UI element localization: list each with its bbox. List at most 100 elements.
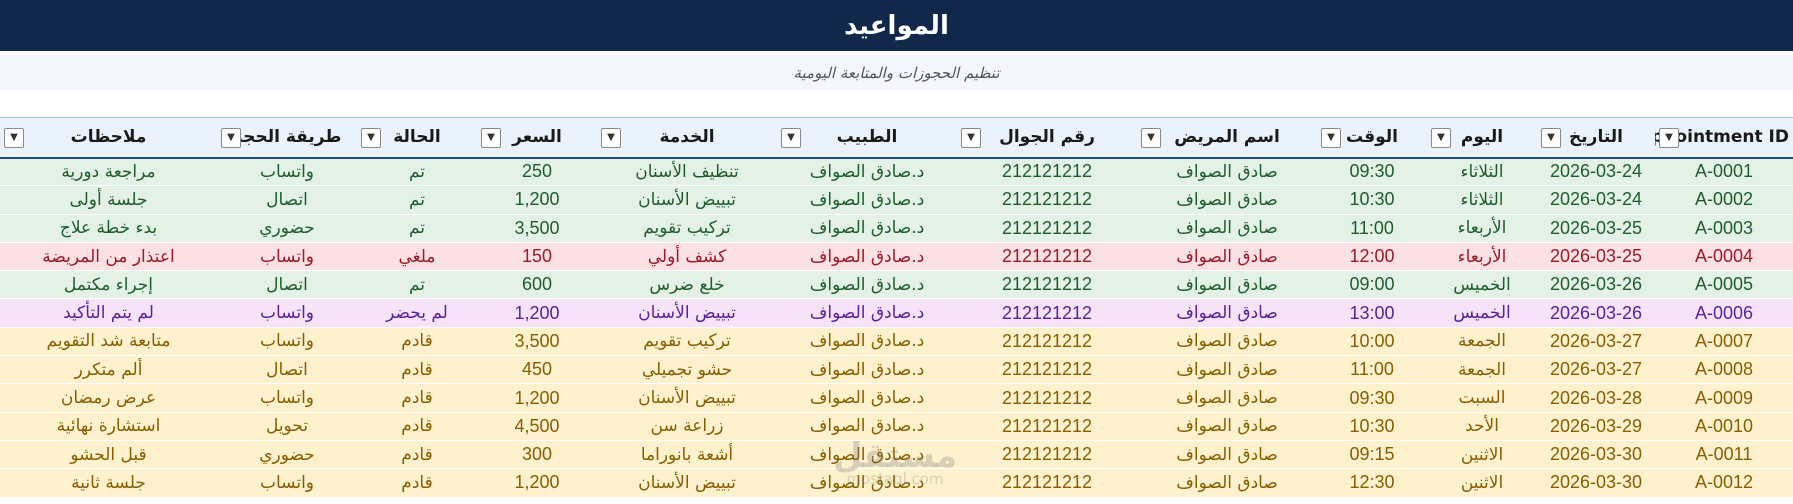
cell-service[interactable]: تبييض الأسنان (597, 298, 777, 328)
cell-patient[interactable]: صادق الصواف (1137, 440, 1317, 470)
table-row[interactable]: A-0011 2026-03-30 الاثنين 09:15 صادق الصواف 2… (0, 440, 1793, 470)
cell-time[interactable]: 10:30 (1317, 412, 1427, 441)
cell-notes[interactable]: استشارة نهائية (0, 412, 217, 441)
cell-id[interactable]: A-0010 (1655, 412, 1793, 441)
cell-id[interactable]: A-0002 (1655, 185, 1793, 215)
cell-time[interactable]: 10:00 (1317, 327, 1427, 357)
cell-id[interactable]: A-0006 (1655, 298, 1793, 328)
cell-patient[interactable]: صادق الصواف (1137, 185, 1317, 215)
table-row[interactable]: A-0008 2026-03-27 الجمعة 11:00 صادق الصواف 21… (0, 355, 1793, 385)
cell-id[interactable]: A-0007 (1655, 327, 1793, 357)
cell-service[interactable]: زراعة سن (597, 412, 777, 441)
cell-id[interactable]: A-0008 (1655, 355, 1793, 385)
cell-phone[interactable]: 212121212 (957, 298, 1137, 328)
cell-price[interactable]: 600 (477, 270, 597, 300)
cell-service[interactable]: خلع ضرس (597, 270, 777, 300)
cell-day[interactable]: الاثنين (1427, 468, 1537, 498)
table-row[interactable]: A-0001 2026-03-24 الثلاثاء 09:30 صادق الصواف… (0, 157, 1793, 187)
cell-date[interactable]: 2026-03-25 (1537, 214, 1655, 243)
cell-doctor[interactable]: د.صادق الصواف (777, 412, 957, 441)
cell-booking[interactable]: اتصال (217, 270, 357, 300)
cell-day[interactable]: الثلاثاء (1427, 157, 1537, 187)
cell-price[interactable]: 1,200 (477, 383, 597, 413)
cell-notes[interactable]: إجراء مكتمل (0, 270, 217, 300)
cell-doctor[interactable]: د.صادق الصواف (777, 242, 957, 272)
cell-doctor[interactable]: د.صادق الصواف (777, 468, 957, 498)
cell-notes[interactable]: جلسة ثانية (0, 468, 217, 498)
cell-doctor[interactable]: د.صادق الصواف (777, 440, 957, 470)
cell-price[interactable]: 150 (477, 242, 597, 272)
cell-price[interactable]: 3,500 (477, 327, 597, 357)
cell-id[interactable]: A-0003 (1655, 214, 1793, 243)
cell-price[interactable]: 4,500 (477, 412, 597, 441)
cell-time[interactable]: 12:00 (1317, 242, 1427, 272)
filter-dropdown-icon[interactable]: ▼ (1321, 128, 1341, 148)
cell-price[interactable]: 1,200 (477, 468, 597, 498)
table-row[interactable]: A-0003 2026-03-25 الأربعاء 11:00 صادق الصواف… (0, 214, 1793, 243)
cell-phone[interactable]: 212121212 (957, 214, 1137, 243)
filter-dropdown-icon[interactable]: ▼ (1659, 128, 1679, 148)
cell-service[interactable]: أشعة بانوراما (597, 440, 777, 470)
cell-time[interactable]: 09:30 (1317, 157, 1427, 187)
cell-id[interactable]: A-0001 (1655, 157, 1793, 187)
filter-dropdown-icon[interactable]: ▼ (4, 128, 24, 148)
cell-patient[interactable]: صادق الصواف (1137, 214, 1317, 243)
cell-date[interactable]: 2026-03-28 (1537, 383, 1655, 413)
cell-id[interactable]: A-0005 (1655, 270, 1793, 300)
cell-status[interactable]: تم (357, 185, 477, 215)
cell-patient[interactable]: صادق الصواف (1137, 468, 1317, 498)
cell-phone[interactable]: 212121212 (957, 383, 1137, 413)
cell-doctor[interactable]: د.صادق الصواف (777, 157, 957, 187)
cell-status[interactable]: تم (357, 270, 477, 300)
cell-phone[interactable]: 212121212 (957, 468, 1137, 498)
cell-service[interactable]: تركيب تقويم (597, 214, 777, 243)
cell-date[interactable]: 2026-03-30 (1537, 440, 1655, 470)
table-row[interactable]: A-0006 2026-03-26 الخميس 13:00 صادق الصواف 21… (0, 298, 1793, 328)
table-row[interactable]: A-0012 2026-03-30 الاثنين 12:30 صادق الصواف 2… (0, 468, 1793, 498)
cell-day[interactable]: الأربعاء (1427, 242, 1537, 272)
cell-booking[interactable]: واتساب (217, 298, 357, 328)
cell-status[interactable]: قادم (357, 468, 477, 498)
cell-service[interactable]: تبييض الأسنان (597, 383, 777, 413)
cell-price[interactable]: 300 (477, 440, 597, 470)
filter-dropdown-icon[interactable]: ▼ (481, 128, 501, 148)
cell-notes[interactable]: عرض رمضان (0, 383, 217, 413)
cell-doctor[interactable]: د.صادق الصواف (777, 355, 957, 385)
cell-notes[interactable]: لم يتم التأكيد (0, 298, 217, 328)
cell-time[interactable]: 12:30 (1317, 468, 1427, 498)
cell-service[interactable]: كشف أولي (597, 242, 777, 272)
cell-phone[interactable]: 212121212 (957, 327, 1137, 357)
cell-price[interactable]: 1,200 (477, 298, 597, 328)
cell-service[interactable]: تبييض الأسنان (597, 468, 777, 498)
table-row[interactable]: A-0007 2026-03-27 الجمعة 10:00 صادق الصواف 21… (0, 327, 1793, 357)
cell-booking[interactable]: حضوري (217, 440, 357, 470)
cell-time[interactable]: 09:00 (1317, 270, 1427, 300)
table-row[interactable]: A-0004 2026-03-25 الأربعاء 12:00 صادق الصواف… (0, 242, 1793, 272)
cell-doctor[interactable]: د.صادق الصواف (777, 327, 957, 357)
table-row[interactable]: A-0009 2026-03-28 السبت 09:30 صادق الصواف 212… (0, 383, 1793, 413)
cell-booking[interactable]: تحويل (217, 412, 357, 441)
cell-id[interactable]: A-0011 (1655, 440, 1793, 470)
filter-dropdown-icon[interactable]: ▼ (601, 128, 621, 148)
cell-date[interactable]: 2026-03-26 (1537, 270, 1655, 300)
table-row[interactable]: A-0005 2026-03-26 الخميس 09:00 صادق الصواف 21… (0, 270, 1793, 300)
cell-doctor[interactable]: د.صادق الصواف (777, 185, 957, 215)
cell-day[interactable]: الاثنين (1427, 440, 1537, 470)
table-row[interactable]: A-0002 2026-03-24 الثلاثاء 10:30 صادق الصواف… (0, 185, 1793, 215)
cell-patient[interactable]: صادق الصواف (1137, 270, 1317, 300)
filter-dropdown-icon[interactable]: ▼ (1431, 128, 1451, 148)
cell-patient[interactable]: صادق الصواف (1137, 327, 1317, 357)
cell-status[interactable]: تم (357, 214, 477, 243)
cell-notes[interactable]: قبل الحشو (0, 440, 217, 470)
cell-price[interactable]: 1,200 (477, 185, 597, 215)
cell-notes[interactable]: متابعة شد التقويم (0, 327, 217, 357)
cell-status[interactable]: ملغي (357, 242, 477, 272)
cell-date[interactable]: 2026-03-26 (1537, 298, 1655, 328)
cell-doctor[interactable]: د.صادق الصواف (777, 214, 957, 243)
cell-doctor[interactable]: د.صادق الصواف (777, 298, 957, 328)
cell-id[interactable]: A-0009 (1655, 383, 1793, 413)
cell-notes[interactable]: جلسة أولى (0, 185, 217, 215)
cell-time[interactable]: 11:00 (1317, 355, 1427, 385)
cell-doctor[interactable]: د.صادق الصواف (777, 270, 957, 300)
cell-date[interactable]: 2026-03-27 (1537, 327, 1655, 357)
